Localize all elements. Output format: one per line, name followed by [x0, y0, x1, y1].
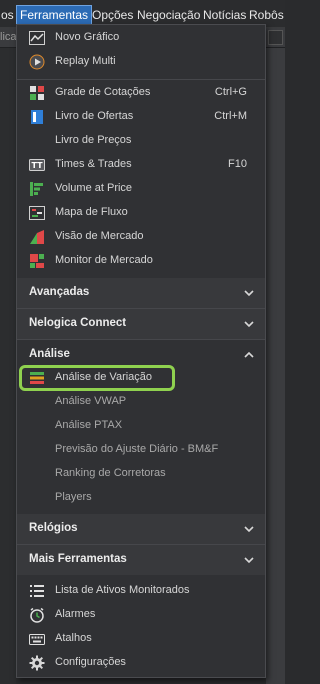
menu-os[interactable]: os	[0, 6, 17, 24]
menu-item-label: Monitor de Mercado	[55, 254, 153, 266]
keyboard-icon	[29, 634, 45, 645]
menu-item-label: Atalhos	[55, 632, 92, 644]
section-title: Mais Ferramentas	[29, 553, 127, 565]
menu-item-configuracoes[interactable]: Configurações	[17, 651, 265, 675]
separator	[17, 79, 265, 80]
menu-item-analise-de-variacao[interactable]: Análise de Variação	[17, 366, 265, 390]
shortcut: F10	[228, 158, 247, 170]
chevron-up-icon	[244, 351, 254, 358]
market-view-icon	[30, 230, 44, 244]
menu-opcoes[interactable]: Opções	[89, 6, 136, 24]
flow-map-icon	[29, 206, 45, 220]
menu-item-label: Times & Trades	[55, 158, 132, 170]
menu-item-visao-de-mercado[interactable]: Visão de Mercado	[17, 225, 265, 249]
menu-item-label: Ranking de Corretoras	[55, 467, 166, 479]
menu-item-novo-grafico[interactable]: Novo Gráfico	[17, 26, 265, 50]
menu-item-label: Livro de Preços	[55, 134, 132, 146]
menu-robos[interactable]: Robôs	[246, 6, 287, 24]
svg-text:TT: TT	[31, 161, 43, 170]
menu-item-atalhos[interactable]: Atalhos	[17, 627, 265, 651]
background-panel-right	[266, 48, 285, 684]
menu-negociacao[interactable]: Negociação	[134, 6, 203, 24]
section-title: Análise	[29, 348, 70, 360]
section-title: Relógios	[29, 522, 78, 534]
menu-item-replay-multi[interactable]: Replay Multi	[17, 50, 265, 74]
menu-item-analise-ptax[interactable]: Análise PTAX	[17, 414, 265, 438]
shortcut: Ctrl+G	[214, 86, 247, 98]
menu-item-analise-vwap[interactable]: Análise VWAP	[17, 390, 265, 414]
quote-grid-icon	[30, 86, 44, 100]
background-panel-left	[0, 48, 16, 684]
section-relogios[interactable]: Relógios	[17, 514, 265, 544]
ferramentas-dropdown: Novo Gráfico Replay Multi Grade de Cotaç…	[16, 24, 266, 678]
volume-at-price-icon	[30, 182, 43, 196]
menu-item-livro-de-ofertas[interactable]: Livro de Ofertas Ctrl+M	[17, 105, 265, 129]
menu-item-mapa-de-fluxo[interactable]: Mapa de Fluxo	[17, 201, 265, 225]
line-chart-icon	[29, 31, 45, 45]
alarm-clock-icon	[30, 607, 44, 623]
menu-item-players[interactable]: Players	[17, 486, 265, 510]
chevron-down-icon	[244, 526, 254, 533]
replay-icon	[29, 54, 45, 70]
section-avancadas[interactable]: Avançadas	[17, 278, 265, 308]
shortcut: Ctrl+M	[214, 110, 247, 122]
list-icon	[30, 585, 44, 597]
market-monitor-icon	[30, 254, 44, 268]
menu-item-volume-at-price[interactable]: Volume at Price	[17, 177, 265, 201]
chevron-down-icon	[244, 290, 254, 297]
menu-item-label: Livro de Ofertas	[55, 110, 134, 122]
section-nelogica-connect[interactable]: Nelogica Connect	[17, 309, 265, 339]
chevron-down-icon	[244, 321, 254, 328]
menu-item-label: Previsão do Ajuste Diário - BM&F	[55, 443, 219, 455]
menu-item-previsao-ajuste-diario[interactable]: Previsão do Ajuste Diário - BM&F	[17, 438, 265, 462]
section-title: Nelogica Connect	[29, 317, 127, 329]
menu-item-livro-de-precos[interactable]: Livro de Preços	[17, 129, 265, 153]
menu-item-grade-de-cotacoes[interactable]: Grade de Cotações Ctrl+G	[17, 81, 265, 105]
toolbar-button[interactable]	[268, 30, 283, 45]
menu-noticias[interactable]: Notícias	[200, 6, 249, 24]
menu-item-ranking-de-corretoras[interactable]: Ranking de Corretoras	[17, 462, 265, 486]
menu-item-label: Players	[55, 491, 92, 503]
menu-item-alarmes[interactable]: Alarmes	[17, 603, 265, 627]
menu-item-lista-de-ativos-monitorados[interactable]: Lista de Ativos Monitorados	[17, 579, 265, 603]
menu-item-label: Análise PTAX	[55, 419, 123, 431]
menu-item-label: Replay Multi	[55, 55, 116, 67]
menu-item-label: Alarmes	[55, 608, 96, 620]
menu-ferramentas[interactable]: Ferramentas	[16, 5, 93, 25]
menu-item-monitor-de-mercado[interactable]: Monitor de Mercado	[17, 249, 265, 273]
menu-item-label: Grade de Cotações	[55, 86, 151, 98]
menu-item-label: Novo Gráfico	[55, 31, 120, 43]
menu-item-label: Análise de Variação	[55, 371, 153, 383]
menu-item-label: Mapa de Fluxo	[55, 206, 128, 218]
variation-analysis-icon	[30, 372, 44, 384]
menu-item-label: Volume at Price	[55, 182, 133, 194]
menu-item-times-trades[interactable]: TT Times & Trades F10	[17, 153, 265, 177]
order-book-icon	[31, 110, 43, 124]
chevron-down-icon	[244, 557, 254, 564]
menu-item-label: Análise VWAP	[55, 395, 127, 407]
menu-item-label: Configurações	[55, 656, 126, 668]
times-trades-icon: TT	[29, 159, 45, 171]
section-mais-ferramentas[interactable]: Mais Ferramentas	[17, 545, 265, 575]
section-title: Avançadas	[29, 286, 90, 298]
menu-item-label: Lista de Ativos Monitorados	[55, 584, 190, 596]
gear-icon	[29, 655, 45, 671]
menu-item-label: Visão de Mercado	[55, 230, 144, 242]
